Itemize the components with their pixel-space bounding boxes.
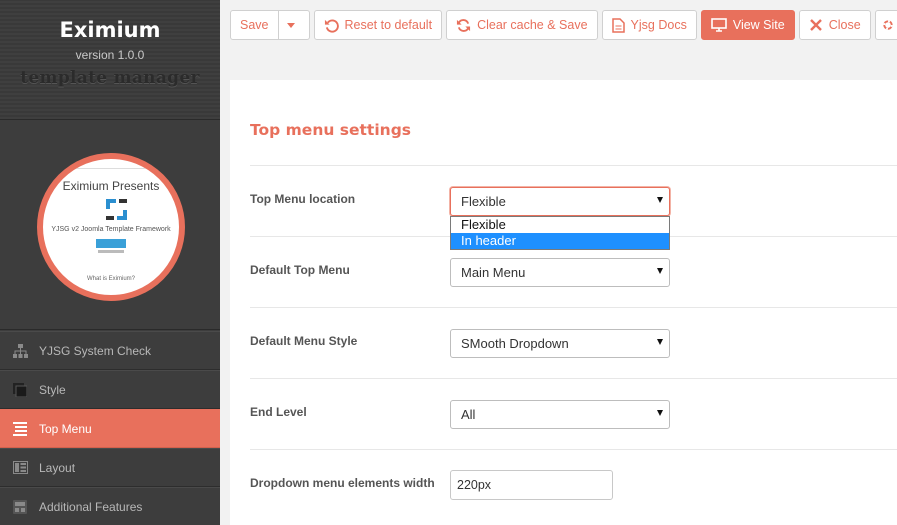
settings-panel: Top menu settings Top Menu location Flex… [230,80,897,525]
template-preview-thumbnail[interactable]: Eximium Presents YJSG v2 Joomla Template… [37,153,185,301]
setting-row-default-menu-style: Default Menu Style SMooth Dropdown [250,307,897,378]
view-site-label: View Site [732,18,785,32]
layout-icon [12,460,28,476]
end-level-select[interactable]: All [450,400,670,429]
select-value: Flexible [461,194,506,209]
top-menu-location-options: Flexible In header [450,216,670,250]
help-button[interactable] [874,10,897,40]
template-preview-area: Eximium Presents YJSG v2 Joomla Template… [0,120,220,330]
sitemap-icon [12,343,28,359]
sidebar-item-label: Layout [39,460,76,475]
select-value: SMooth Dropdown [461,336,569,351]
sidebar-item-label: Top Menu [39,421,92,436]
top-menu-location-select[interactable]: Flexible [450,187,670,216]
top-menu-location-label: Top Menu location [250,192,356,206]
refresh-icon [457,18,471,32]
sidebar-item-layout[interactable]: Layout [0,448,220,487]
end-level-label: End Level [250,405,307,419]
sidebar-item-label: Style [39,382,66,397]
close-button[interactable]: Close [798,10,871,40]
preview-caption [98,250,124,253]
lifebuoy-icon [883,20,893,30]
close-icon [809,19,822,31]
clear-cache-save-button[interactable]: Clear cache & Save [446,10,598,40]
save-options-dropdown-button[interactable] [277,10,310,40]
sidebar-nav: YJSG System Check Style Top Menu Layout … [0,331,220,525]
style-icon [12,382,28,398]
view-site-button[interactable]: View Site [700,10,795,40]
docs-button-label: Yjsg Docs [630,18,687,32]
sidebar-item-yjsg-system-check[interactable]: YJSG System Check [0,331,220,370]
preview-download-button [96,239,126,248]
preview-footer-text: What is Eximium? [86,276,135,282]
document-icon [611,17,625,33]
chevron-down-icon [657,410,663,416]
sidebar: Eximium version 1.0.0 template manager E… [0,0,220,525]
eximium-logo-icon [106,199,127,220]
monitor-icon [711,18,727,32]
chevron-down-icon [657,268,663,274]
default-top-menu-label: Default Top Menu [250,263,350,277]
sidebar-item-additional-features[interactable]: Additional Features [0,487,220,525]
select-value: All [461,407,476,422]
dropdown-width-label: Dropdown menu elements width [250,476,435,490]
dropdown-width-input[interactable] [450,470,613,500]
preview-subtitle: YJSG v2 Joomla Template Framework [51,226,171,233]
reset-to-default-button[interactable]: Reset to default [313,10,443,40]
default-menu-style-label: Default Menu Style [250,334,358,348]
yjsg-docs-button[interactable]: Yjsg Docs [601,10,697,40]
default-top-menu-select[interactable]: Main Menu [450,258,670,287]
chevron-down-icon [657,197,663,203]
toolbar: Save Reset to default Clear cache & Save… [230,10,897,40]
sidebar-item-label: Additional Features [39,499,143,514]
sidebar-item-style[interactable]: Style [0,370,220,409]
default-menu-style-select[interactable]: SMooth Dropdown [450,329,670,358]
setting-row-end-level: End Level All [250,378,897,449]
sidebar-item-label: YJSG System Check [39,343,152,358]
sidebar-item-top-menu[interactable]: Top Menu [0,409,220,448]
save-button-label: Save [240,18,269,32]
chevron-down-icon [657,339,663,345]
app-subtitle: template manager [20,68,200,88]
app-name: Eximium [59,18,161,42]
clear-cache-label: Clear cache & Save [477,18,588,32]
caret-down-icon [286,22,295,28]
brand-header: Eximium version 1.0.0 template manager [0,0,220,120]
preview-title: Eximium Presents [62,179,160,193]
setting-row-dropdown-width: Dropdown menu elements width [250,449,897,520]
option-flexible[interactable]: Flexible [451,217,669,233]
reset-button-label: Reset to default [344,18,433,32]
menu-icon [12,421,28,437]
features-icon [12,499,28,515]
page-title: Top menu settings [250,121,412,139]
select-value: Main Menu [461,265,526,280]
preview-nav-bar [65,165,157,169]
save-button[interactable]: Save [230,10,279,40]
app-version: version 1.0.0 [75,48,145,62]
undo-icon [324,18,339,33]
option-in-header[interactable]: In header [451,233,669,249]
close-button-label: Close [828,18,861,32]
